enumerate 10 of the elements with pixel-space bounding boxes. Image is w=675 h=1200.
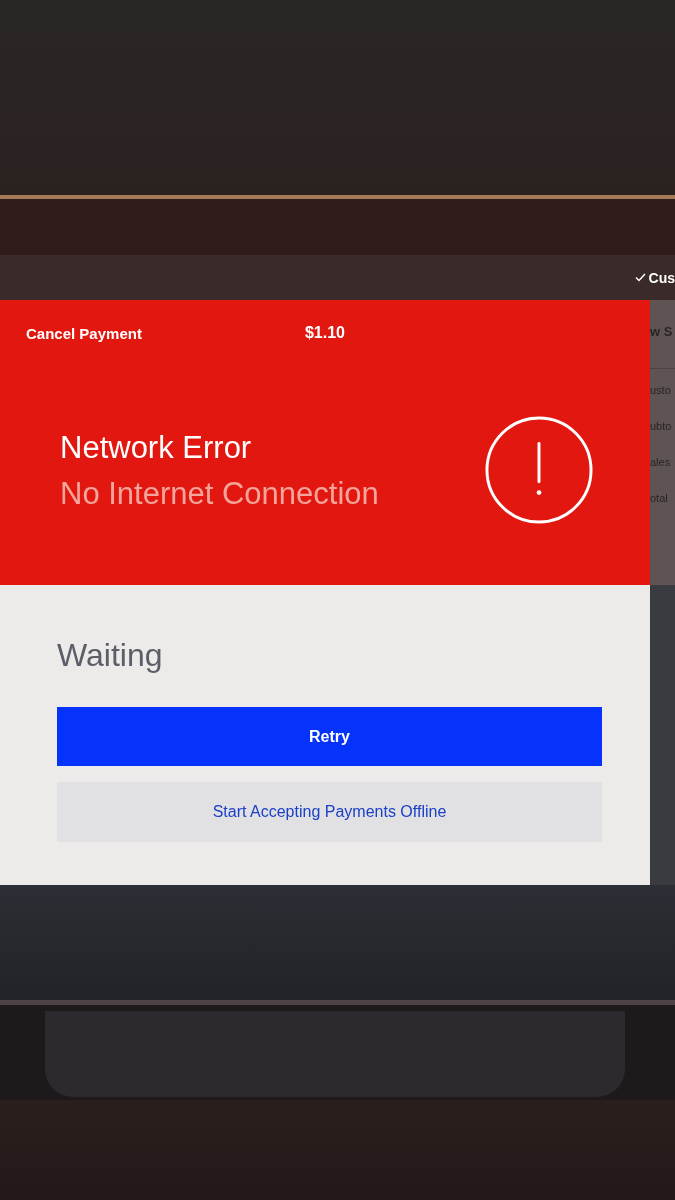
error-title: Network Error [60,428,253,466]
exclamation-icon [485,416,593,524]
status-text: Waiting [57,636,164,675]
retry-button[interactable]: Retry [57,707,602,766]
nav-tab-label[interactable]: Cus [648,269,675,286]
offline-payments-button[interactable]: Start Accepting Payments Offline [57,782,602,842]
payment-amount: $1.10 [304,324,345,342]
check-icon [634,273,646,282]
cancel-payment-link[interactable]: Cancel Payment [26,324,305,342]
error-message: No Internet Connection [60,474,379,512]
